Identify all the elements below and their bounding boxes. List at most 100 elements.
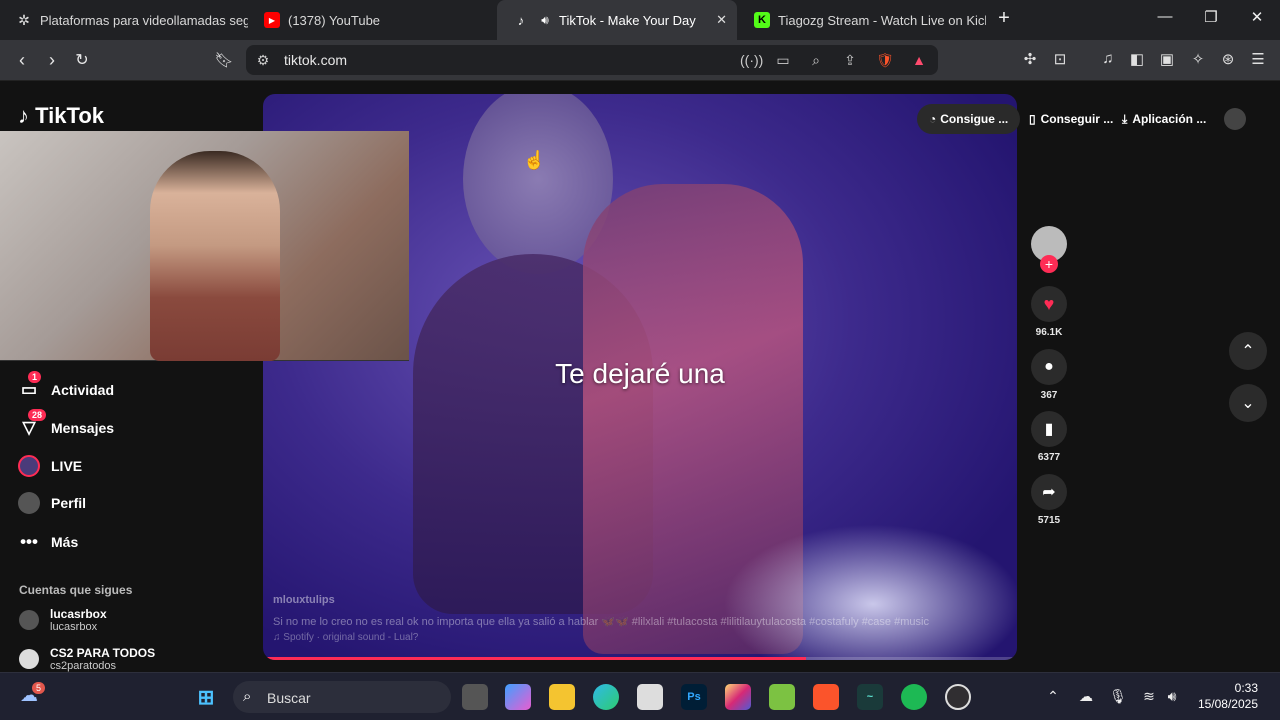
microphone-icon[interactable]: 🎙︎ [1108, 688, 1128, 705]
video-description: Si no me lo creo no es real ok no import… [273, 616, 929, 628]
next-video-button[interactable]: ⌄ [1229, 384, 1267, 422]
edge-icon[interactable] [593, 684, 619, 710]
messages-badge: 28 [28, 409, 47, 421]
logo-text: TikTok [35, 103, 104, 128]
progress-bar[interactable] [263, 657, 806, 660]
brave-rewards-icon[interactable]: ▲ [910, 52, 928, 68]
comment-button[interactable]: ● 367 [1031, 349, 1067, 401]
comment-count: 367 [1040, 390, 1058, 401]
menu-icon[interactable]: ☰ [1248, 50, 1268, 68]
sidebar-item-actividad[interactable]: ▭ 1 Actividad [18, 371, 114, 401]
following-item[interactable]: CS2 PARA TODOS cs2paratodos [19, 646, 155, 672]
tab-youtube[interactable]: ▶ (1378) YouTube [248, 0, 496, 40]
pill-label: Conseguir ... [1040, 112, 1114, 126]
restore-button[interactable]: ❐ [1196, 8, 1226, 26]
forward-button[interactable]: › [40, 48, 64, 72]
vpn-icon[interactable]: ⊛ [1218, 50, 1238, 68]
install-icon[interactable]: ▭ [774, 52, 792, 69]
close-window-button[interactable]: ✕ [1242, 8, 1272, 26]
brave-icon[interactable] [813, 684, 839, 710]
following-title: Cuentas que sigues [19, 583, 133, 597]
tab-search-icon[interactable]: ⊡ [1050, 50, 1070, 68]
creator-avatar[interactable]: + [1031, 226, 1067, 273]
address-bar[interactable]: ⚙︎ tiktok.com ((·)) ▭ ⌕ ⇪ 🛡︎ ▲ [246, 45, 938, 75]
video-caption: Te dejaré una [555, 358, 725, 389]
extensions-icon[interactable]: ✣ [1020, 50, 1040, 68]
following-item[interactable]: lucasrbox lucasrbox [19, 607, 107, 633]
zoom-icon[interactable]: ⌕ [807, 52, 825, 69]
video-sound[interactable]: ♫ Spotify · original sound - Lual? [273, 632, 418, 643]
bookmark-icon[interactable]: 🔖︎ [212, 48, 236, 72]
tab-title: TikTok - Make Your Day [559, 12, 696, 28]
like-button[interactable]: ♥ 96.1K [1031, 286, 1067, 338]
coins-icon: ◔ [929, 112, 937, 126]
windows-start-button[interactable]: ⊞ [193, 684, 219, 710]
taskbar-search[interactable]: ⌕ Buscar [233, 681, 451, 713]
obs-icon[interactable] [945, 684, 971, 710]
mouse-cursor-icon: ☝ [523, 150, 546, 170]
sidebar-item-live[interactable]: LIVE [18, 455, 82, 477]
cast-icon[interactable]: ((·)) [740, 52, 763, 68]
tab-tiktok[interactable]: ♪ 🔊︎ TikTok - Make Your Day ✕ [497, 0, 737, 40]
sidebar-item-label: Perfil [51, 495, 87, 511]
wifi-icon[interactable]: ≋ [1139, 688, 1159, 705]
reload-button[interactable]: ↻ [70, 48, 94, 72]
task-view-icon[interactable] [462, 684, 488, 710]
sidebar-item-mas[interactable]: ••• Más [18, 531, 78, 553]
clock-time: 0:33 [1234, 681, 1258, 695]
back-button[interactable]: ‹ [10, 48, 34, 72]
tab-kick[interactable]: K Tiagozg Stream - Watch Live on Kick [738, 0, 986, 40]
download-app-button[interactable]: ⤓ Aplicación ... [1110, 104, 1218, 134]
minimize-button[interactable]: — [1150, 8, 1180, 25]
brave-shields-icon[interactable]: 🛡︎ [876, 52, 894, 69]
tiktok-logo[interactable]: ♪ TikTok [18, 103, 104, 129]
file-explorer-icon[interactable] [549, 684, 575, 710]
tab-plataformas[interactable]: ✲ Plataformas para videollamadas segu [0, 0, 248, 40]
sidebar-item-mensajes[interactable]: ▽ 28 Mensajes [18, 409, 114, 439]
share-button[interactable]: ➦ 5715 [1031, 474, 1067, 526]
store-icon[interactable] [637, 684, 663, 710]
chevron-up-icon: ⌃ [1241, 343, 1255, 360]
volume-icon[interactable]: 🔊︎ [1162, 688, 1182, 705]
avatar [19, 649, 39, 669]
comment-icon: ● [1031, 349, 1067, 385]
share-count: 5715 [1037, 515, 1061, 526]
save-button[interactable]: ▮ 6377 [1031, 411, 1067, 463]
share-icon[interactable]: ⇪ [841, 52, 859, 69]
user-avatar[interactable] [1224, 108, 1246, 130]
leo-ai-icon[interactable]: ✧ [1188, 50, 1208, 68]
instagram-icon[interactable] [725, 684, 751, 710]
activity-badge: 1 [28, 371, 42, 383]
media-icon[interactable]: ♫ [1098, 50, 1118, 67]
system-clock[interactable]: 0:33 15/08/2025 [1198, 680, 1258, 712]
following-handle: cs2paratodos [50, 660, 117, 672]
new-tab-button[interactable]: + [989, 7, 1019, 30]
site-info-icon[interactable]: ⚙︎ [254, 52, 272, 69]
webcam-overlay [0, 131, 409, 361]
previous-video-button[interactable]: ⌃ [1229, 332, 1267, 370]
photoshop-icon[interactable]: Ps [681, 684, 707, 710]
sidebar-item-perfil[interactable]: Perfil [18, 492, 86, 514]
chevron-up-icon[interactable]: ⌃ [1043, 688, 1063, 705]
copilot-icon[interactable] [505, 684, 531, 710]
speaker-icon[interactable]: 🔊︎ [537, 12, 553, 28]
close-tab-icon[interactable]: ✕ [716, 12, 727, 28]
video-author[interactable]: mlouxtulips [273, 594, 335, 606]
tab-title: (1378) YouTube [288, 12, 381, 28]
share-arrow-icon: ➦ [1031, 474, 1067, 510]
url-text[interactable]: tiktok.com [284, 52, 347, 68]
app-terminal-icon[interactable]: ~ [857, 684, 883, 710]
onedrive-icon[interactable]: ☁ [1076, 688, 1096, 705]
stage-light [723, 524, 1017, 660]
pill-label: Consigue ... [940, 112, 1009, 126]
more-icon: ••• [20, 532, 38, 551]
weather-badge: 5 [32, 682, 46, 694]
sidebar-icon[interactable]: ◧ [1127, 50, 1147, 68]
like-count: 96.1K [1035, 327, 1063, 338]
get-coins-button[interactable]: ◔ Consigue ... [917, 104, 1021, 134]
wallet-icon[interactable]: ▣ [1157, 50, 1177, 68]
live-icon [18, 455, 40, 477]
follow-plus-icon[interactable]: + [1040, 255, 1058, 273]
app-green-icon[interactable] [769, 684, 795, 710]
spotify-icon[interactable] [901, 684, 927, 710]
